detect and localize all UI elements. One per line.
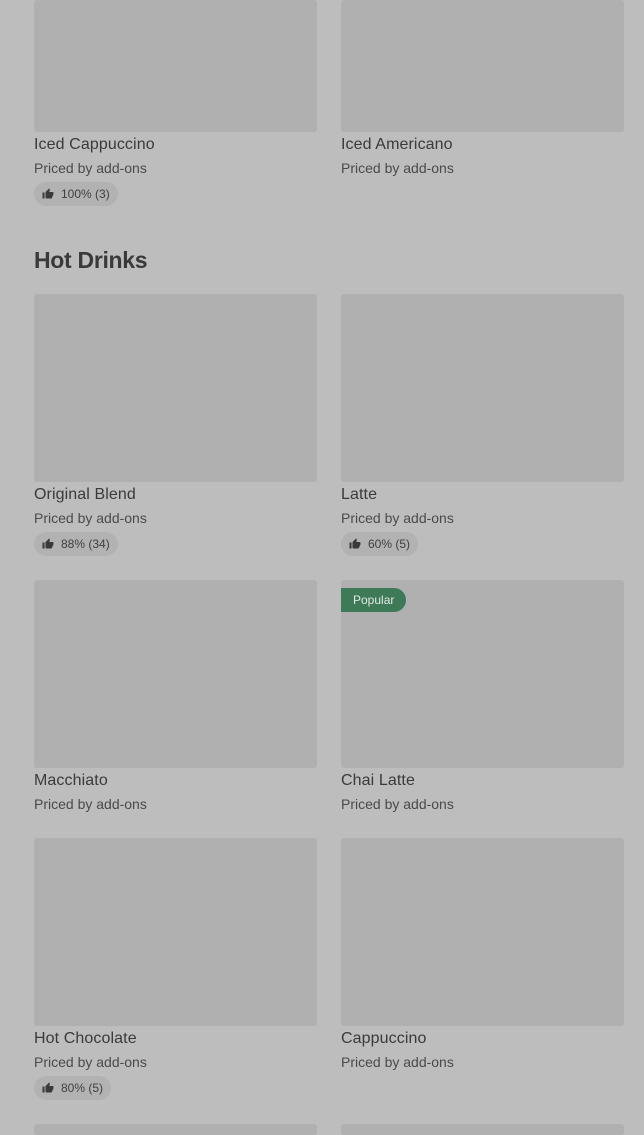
item-image[interactable] [341,1124,624,1135]
item-name: Iced Americano [341,136,453,153]
item-price: Priced by add-ons [341,160,454,176]
rating-badge: 60% (5) [341,532,419,556]
item-price: Priced by add-ons [34,160,147,176]
rating-badge: 88% (34) [34,532,118,556]
item-image[interactable] [34,1124,317,1135]
item-name: Iced Cappuccino [34,136,155,153]
item-name: Latte [341,486,378,503]
thumbs-up-icon [42,538,54,550]
item-price: Priced by add-ons [34,510,147,526]
item-price: Priced by add-ons [341,510,454,526]
item-image[interactable] [34,838,317,1026]
thumbs-up-icon [42,1082,54,1094]
item-image[interactable] [34,0,317,132]
item-name: Macchiato [34,772,108,789]
item-price: Priced by add-ons [341,796,454,812]
item-price: Priced by add-ons [341,1054,454,1070]
item-price: Priced by add-ons [34,1054,147,1070]
item-image[interactable] [341,0,624,132]
rating-text: 80% (5) [61,1081,104,1095]
item-image[interactable] [34,294,317,482]
item-name: Cappuccino [341,1030,427,1047]
item-name: Original Blend [34,486,136,503]
item-image[interactable] [34,580,317,768]
thumbs-up-icon [42,188,54,200]
rating-text: 60% (5) [368,537,411,551]
item-price: Priced by add-ons [34,796,147,812]
rating-text: 100% (3) [61,187,110,201]
section-title-hot-drinks: Hot Drinks [34,247,148,273]
rating-badge: 100% (3) [34,182,118,206]
item-image[interactable] [341,294,624,482]
rating-text: 88% (34) [61,537,110,551]
thumbs-up-icon [349,538,361,550]
item-name: Chai Latte [341,772,415,789]
popular-badge: Popular [341,588,407,612]
rating-badge: 80% (5) [34,1076,112,1100]
item-name: Hot Chocolate [34,1030,137,1047]
item-image[interactable] [341,838,624,1026]
